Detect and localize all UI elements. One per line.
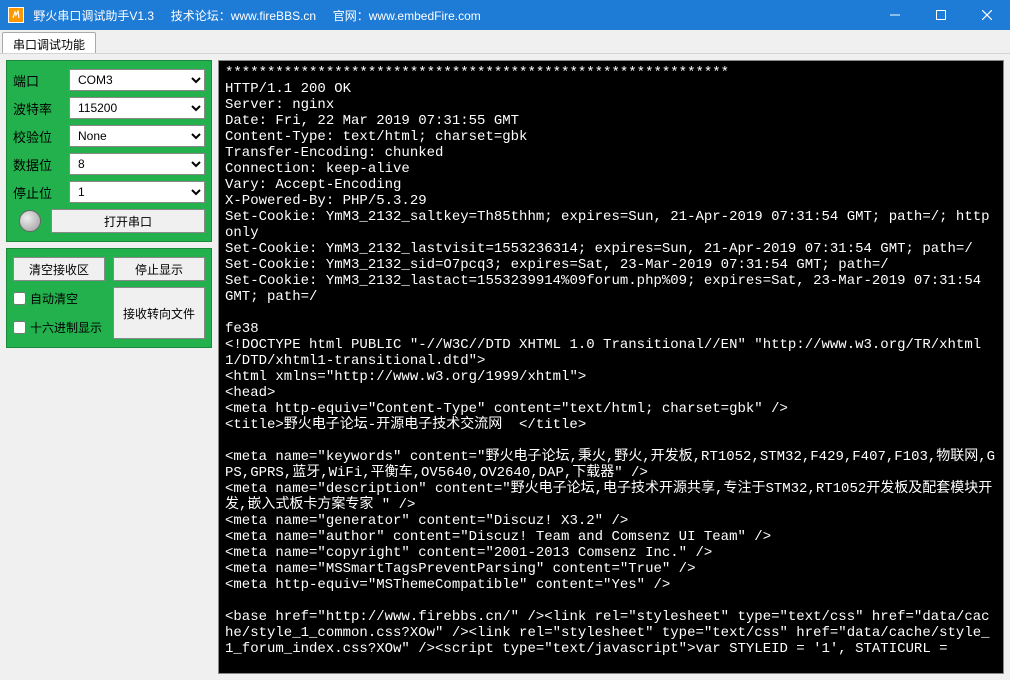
parity-select[interactable]: None (69, 125, 205, 147)
app-title: 野火串口调试助手V1.3 (30, 7, 154, 24)
port-select[interactable]: COM3 (69, 69, 205, 91)
databits-label: 数据位 (13, 155, 69, 174)
serial-config-panel: 端口 COM3 波特率 115200 校验位 None 数据位 8 停止位 1 … (6, 60, 212, 242)
open-port-button[interactable]: 打开串口 (51, 209, 205, 233)
stopbits-label: 停止位 (13, 183, 69, 202)
tab-serial-debug[interactable]: 串口调试功能 (2, 32, 96, 53)
minimize-button[interactable] (872, 0, 918, 30)
pause-display-button[interactable]: 停止显示 (113, 257, 205, 281)
hex-display-checkbox[interactable]: 十六进制显示 (13, 319, 105, 336)
titlebar: 野火串口调试助手V1.3 技术论坛：www.fireBBS.cn 官网：www.… (0, 0, 1010, 30)
clear-rx-button[interactable]: 清空接收区 (13, 257, 105, 281)
baud-select[interactable]: 115200 (69, 97, 205, 119)
auto-clear-checkbox[interactable]: 自动清空 (13, 290, 105, 307)
close-button[interactable] (964, 0, 1010, 30)
maximize-button[interactable] (918, 0, 964, 30)
titlebar-links: 技术论坛：www.fireBBS.cn 官网：www.embedFire.com (154, 7, 481, 24)
status-led (19, 210, 41, 232)
receive-panel: 清空接收区 停止显示 自动清空 接收转向文件 十六进制显示 (6, 248, 212, 348)
baud-label: 波特率 (13, 99, 69, 118)
console-panel: ****************************************… (218, 60, 1004, 674)
console-output[interactable]: ****************************************… (219, 61, 1003, 673)
tabstrip: 串口调试功能 (0, 30, 1010, 54)
forum-link[interactable]: www.fireBBS.cn (231, 9, 316, 23)
port-label: 端口 (13, 71, 69, 90)
site-link[interactable]: www.embedFire.com (369, 9, 481, 23)
app-icon (8, 7, 24, 23)
parity-label: 校验位 (13, 127, 69, 146)
redirect-to-file-button[interactable]: 接收转向文件 (113, 287, 205, 339)
stopbits-select[interactable]: 1 (69, 181, 205, 203)
databits-select[interactable]: 8 (69, 153, 205, 175)
